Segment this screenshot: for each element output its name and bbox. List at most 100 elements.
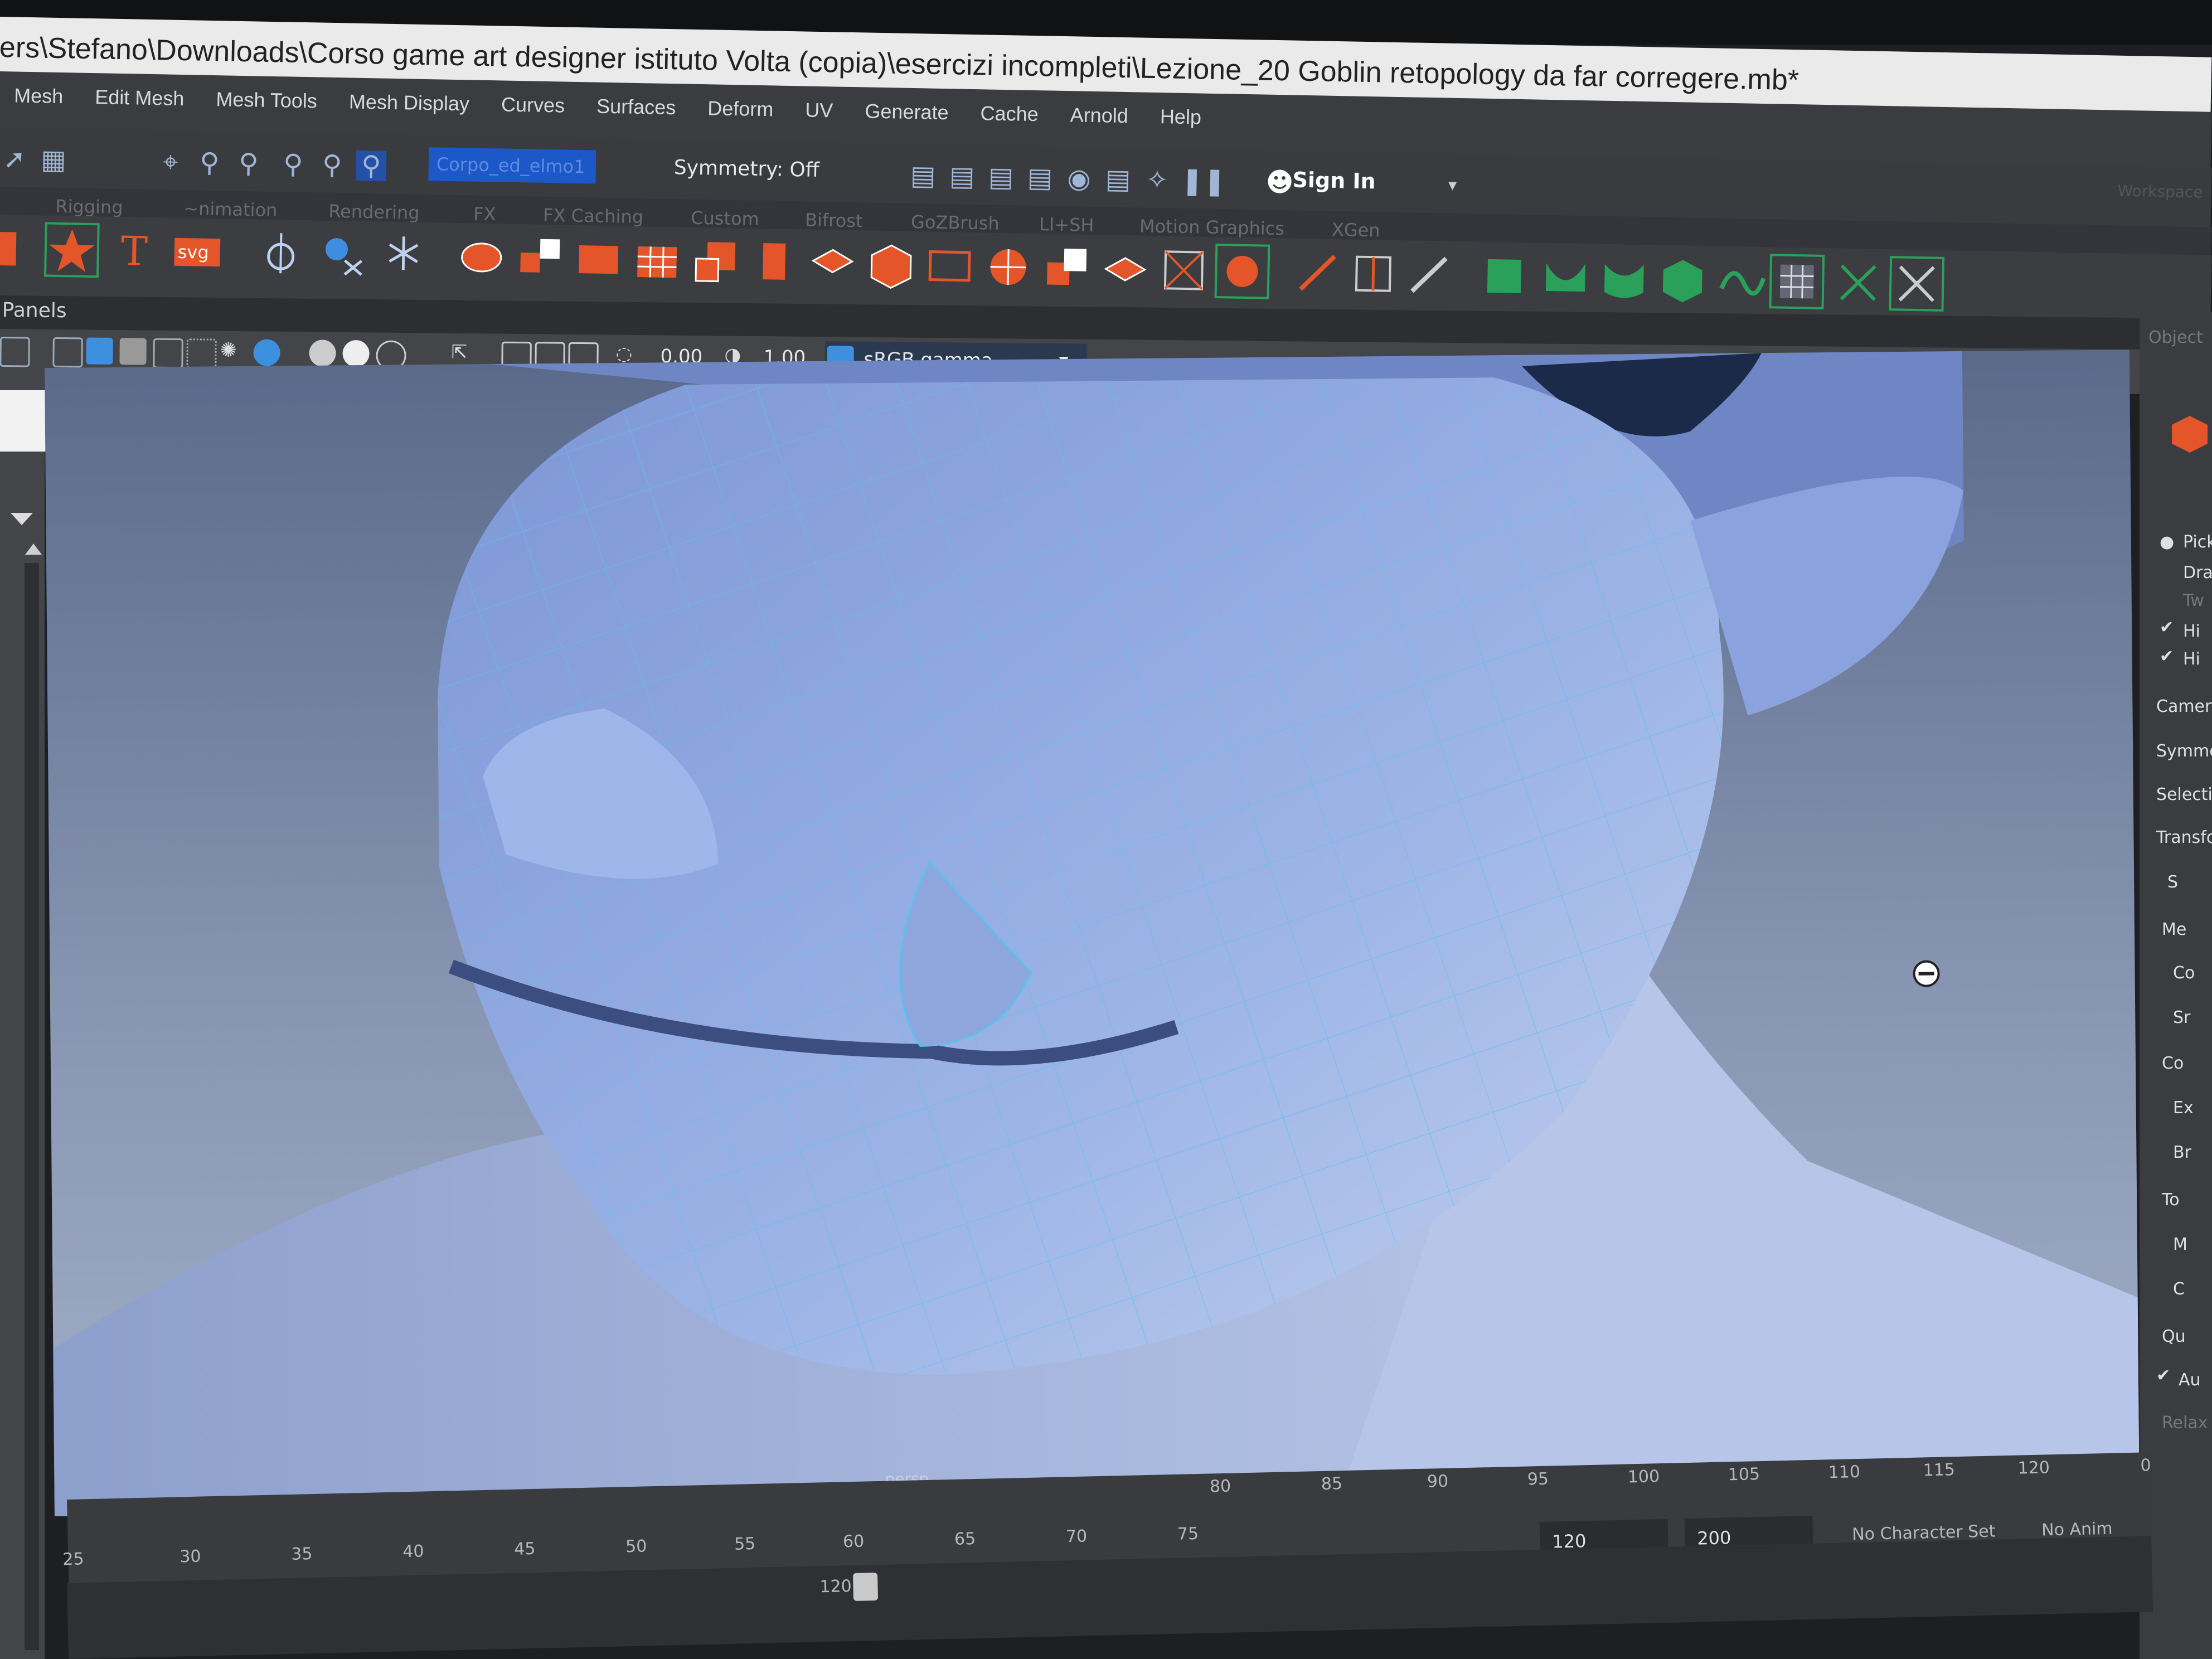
mirror-icon[interactable] bbox=[1100, 244, 1151, 295]
tab-fx-caching[interactable]: FX Caching bbox=[543, 205, 643, 227]
menu-uv[interactable]: UV bbox=[790, 86, 848, 135]
cube-icon[interactable] bbox=[866, 239, 917, 290]
sign-in-button[interactable]: Sign In bbox=[1292, 168, 1376, 194]
mesh-section-header[interactable]: Me bbox=[2162, 920, 2186, 939]
toolbox-scrollbar[interactable] bbox=[25, 563, 39, 1650]
cut-uv-icon[interactable] bbox=[1833, 257, 1884, 308]
render-sequence-icon[interactable]: ▤ bbox=[947, 161, 977, 192]
tab-xgen[interactable]: XGen bbox=[1332, 219, 1380, 241]
pick-option-icon[interactable]: ● bbox=[2160, 532, 2174, 552]
select-mode-icon[interactable]: ➚ bbox=[0, 143, 30, 175]
wireframe-on-shaded-icon[interactable] bbox=[119, 338, 147, 365]
hypershade-icon[interactable]: ◉ bbox=[1064, 163, 1094, 195]
snap-surface-icon[interactable]: ⚲ bbox=[356, 150, 387, 182]
object-mode-icon[interactable] bbox=[2169, 413, 2211, 455]
tab-animation[interactable]: ~nimation bbox=[183, 198, 278, 221]
tab-lish[interactable]: LI+SH bbox=[1039, 214, 1094, 236]
ambient-occlusion-icon[interactable] bbox=[309, 339, 336, 367]
select-object-icon[interactable]: ⚲ bbox=[194, 147, 225, 179]
insert-edge-loop-icon[interactable] bbox=[1348, 248, 1399, 299]
append-polygon-icon[interactable] bbox=[924, 240, 976, 292]
extrude-tool[interactable]: Ex bbox=[2173, 1098, 2194, 1118]
symmetry-label[interactable]: Symmet bbox=[2156, 741, 2212, 761]
range-handle[interactable] bbox=[852, 1573, 879, 1601]
select-by-hierarchy-icon[interactable]: ⌖ bbox=[155, 146, 186, 177]
edit-edge-flow-icon[interactable] bbox=[1292, 248, 1343, 299]
viewport-3d[interactable]: persp bbox=[45, 350, 2140, 1516]
snap-curve-icon[interactable]: ⚲ bbox=[278, 148, 308, 180]
camera-based-label[interactable]: Camera bbox=[2156, 697, 2212, 716]
tools-section-header[interactable]: To bbox=[2162, 1190, 2180, 1210]
components-section-header[interactable]: Co bbox=[2162, 1054, 2184, 1073]
pivot-icon[interactable] bbox=[255, 228, 307, 279]
menu-edit-mesh[interactable]: Edit Mesh bbox=[80, 73, 200, 123]
render-settings-icon[interactable]: ▤ bbox=[1025, 162, 1055, 194]
menu-generate[interactable]: Generate bbox=[850, 87, 964, 137]
menu-mesh-display[interactable]: Mesh Display bbox=[334, 77, 484, 128]
motion-blur-icon[interactable] bbox=[342, 339, 370, 367]
unfold-icon[interactable] bbox=[1716, 255, 1767, 306]
polygon-cube-icon[interactable] bbox=[0, 224, 39, 275]
bridge-icon[interactable] bbox=[690, 236, 741, 288]
ipr-render-icon[interactable]: ▤ bbox=[986, 162, 1016, 193]
combine-icon[interactable] bbox=[456, 232, 507, 283]
textured-icon[interactable] bbox=[186, 338, 217, 369]
menu-deform[interactable]: Deform bbox=[693, 84, 789, 134]
menu-curves[interactable]: Curves bbox=[486, 80, 580, 130]
camera-attributes-icon[interactable] bbox=[0, 336, 30, 367]
smooth-shade-icon[interactable] bbox=[86, 337, 113, 365]
text-icon[interactable]: T bbox=[110, 226, 162, 277]
soft-select-label[interactable]: S bbox=[2167, 872, 2178, 892]
selection-label[interactable]: Selectio bbox=[2156, 785, 2212, 804]
tab-bifrost[interactable]: Bifrost bbox=[805, 209, 863, 231]
render-view-icon[interactable]: ▤ bbox=[1103, 163, 1133, 195]
current-frame-field[interactable]: 0 bbox=[2140, 1456, 2151, 1475]
uv-editor-icon[interactable] bbox=[1482, 251, 1533, 302]
menu-arnold[interactable]: Arnold bbox=[1055, 91, 1143, 140]
arnold-render-icon[interactable]: ✧ bbox=[1142, 164, 1172, 196]
checkbox-icon[interactable]: ✔ bbox=[2160, 647, 2174, 666]
combine-tool[interactable]: Co bbox=[2173, 963, 2195, 983]
multi-cut-tool[interactable]: M bbox=[2173, 1235, 2187, 1254]
checkbox-icon[interactable]: ✔ bbox=[2160, 618, 2174, 637]
checkbox-icon[interactable]: ✔ bbox=[2156, 1366, 2170, 1385]
freeze-transform-icon[interactable] bbox=[378, 230, 429, 282]
quad-draw-icon[interactable] bbox=[1214, 243, 1270, 299]
menu-mesh-tools[interactable]: Mesh Tools bbox=[201, 75, 332, 125]
boolean-icon[interactable] bbox=[1041, 242, 1093, 294]
layout-uv-icon[interactable] bbox=[1769, 254, 1825, 309]
snap-point-icon[interactable]: ⚲ bbox=[317, 149, 347, 181]
cylindrical-map-icon[interactable] bbox=[1599, 253, 1650, 304]
panels-menu[interactable]: Panels bbox=[2, 299, 67, 322]
symmetry-setting[interactable]: Symmetry: Off bbox=[673, 156, 819, 182]
shadows-icon[interactable] bbox=[253, 339, 280, 366]
lighting-icon[interactable]: ✺ bbox=[220, 339, 246, 366]
object-name-field[interactable]: Corpo_ed_elmo1 bbox=[428, 147, 596, 184]
tab-rendering[interactable]: Rendering bbox=[328, 201, 420, 224]
wireframe-icon[interactable] bbox=[52, 337, 83, 368]
quad-draw-section-header[interactable]: Qu bbox=[2162, 1327, 2186, 1346]
workspace-label[interactable]: Workspace bbox=[2117, 182, 2203, 202]
multi-cut-icon[interactable] bbox=[983, 241, 1034, 293]
tab-rigging[interactable]: Rigging bbox=[55, 196, 123, 218]
extrude-icon[interactable] bbox=[632, 235, 683, 287]
component-mode-icon[interactable]: ▦ bbox=[38, 144, 69, 176]
pause-icon[interactable]: ❚❚ bbox=[1181, 165, 1226, 197]
menu-surfaces[interactable]: Surfaces bbox=[581, 82, 691, 132]
xray-icon[interactable] bbox=[153, 338, 183, 369]
chevron-down-icon[interactable]: ▾ bbox=[1437, 170, 1468, 201]
automatic-map-icon[interactable] bbox=[1657, 254, 1709, 305]
collapse-arrow-icon[interactable] bbox=[8, 507, 36, 530]
tab-custom[interactable]: Custom bbox=[691, 207, 759, 230]
svg-icon[interactable]: svg bbox=[172, 227, 223, 278]
bake-pivot-icon[interactable] bbox=[317, 229, 368, 280]
star-icon[interactable] bbox=[43, 222, 100, 278]
slide-edge-icon[interactable] bbox=[1404, 249, 1455, 300]
render-frame-icon[interactable]: ▤ bbox=[908, 160, 938, 192]
scroll-up-icon[interactable] bbox=[22, 541, 45, 557]
smooth-tool[interactable]: Sr bbox=[2173, 1008, 2190, 1027]
smooth-icon[interactable] bbox=[573, 234, 624, 285]
menu-cache[interactable]: Cache bbox=[966, 89, 1054, 139]
bevel-icon[interactable] bbox=[749, 237, 800, 289]
sew-uv-icon[interactable] bbox=[1889, 256, 1945, 312]
